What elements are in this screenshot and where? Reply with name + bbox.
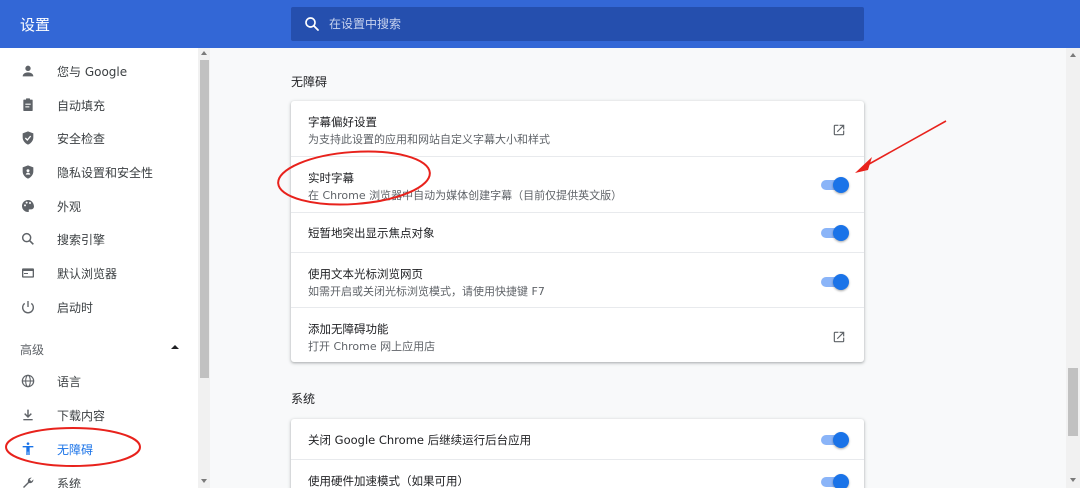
person-icon <box>22 65 34 77</box>
row-title: 短暂地突出显示焦点对象 <box>308 226 435 240</box>
accessibility-section-title: 无障碍 <box>291 75 328 89</box>
row-subtitle: 在 Chrome 浏览器中自动为媒体创建字幕（目前仅提供英文版） <box>308 189 623 202</box>
sidebar-item-default-browser[interactable]: 默认浏览器 <box>0 256 198 290</box>
advanced-section-label[interactable]: 高级 <box>20 341 44 358</box>
main-scroll-down-arrow[interactable] <box>1070 478 1076 482</box>
background-apps-row[interactable]: 关闭 Google Chrome 后继续运行后台应用 <box>291 419 864 459</box>
sidebar-item-label: 自动填充 <box>57 98 106 113</box>
row-title: 关闭 Google Chrome 后继续运行后台应用 <box>308 433 532 447</box>
download-icon <box>23 409 33 421</box>
sidebar-item-privacy[interactable]: 隐私设置和安全性 <box>0 155 198 189</box>
search-icon <box>21 232 34 245</box>
caret-browsing-row[interactable]: 使用文本光标浏览网页 如需开启或关闭光标浏览模式，请使用快捷键 F7 <box>291 252 864 307</box>
row-title: 添加无障碍功能 <box>308 322 389 336</box>
sidebar-item-label: 下载内容 <box>57 408 106 423</box>
search-box[interactable] <box>291 7 864 41</box>
search-input[interactable] <box>329 7 829 41</box>
sidebar-item-label: 安全检查 <box>57 131 106 146</box>
shield-check-icon <box>22 131 34 145</box>
main-scroll-up-arrow[interactable] <box>1070 53 1076 57</box>
globe-icon <box>21 374 35 388</box>
live-caption-toggle[interactable] <box>821 177 849 193</box>
sidebar-scroll-down-arrow[interactable] <box>201 479 207 483</box>
sidebar-scroll-up-arrow[interactable] <box>201 51 207 55</box>
sidebar-item-downloads[interactable]: 下载内容 <box>0 398 198 432</box>
sidebar-item-system[interactable]: 系统 <box>0 466 198 488</box>
power-icon <box>22 301 34 314</box>
live-caption-row[interactable]: 实时字幕 在 Chrome 浏览器中自动为媒体创建字幕（目前仅提供英文版） <box>291 156 864 212</box>
search-icon <box>305 17 319 31</box>
caret-browsing-toggle[interactable] <box>821 274 849 290</box>
sidebar-item-accessibility[interactable]: 无障碍 <box>0 432 198 466</box>
sidebar-item-autofill[interactable]: 自动填充 <box>0 88 198 122</box>
sidebar-scrollbar-thumb[interactable] <box>200 60 209 378</box>
system-section-title: 系统 <box>291 392 316 406</box>
sidebar-item-appearance[interactable]: 外观 <box>0 189 198 223</box>
sidebar-item-label: 搜索引擎 <box>57 232 106 247</box>
system-card: 关闭 Google Chrome 后继续运行后台应用 使用硬件加速模式（如果可用… <box>291 419 864 488</box>
hardware-acceleration-row[interactable]: 使用硬件加速模式（如果可用） <box>291 459 864 488</box>
sidebar-item-label: 默认浏览器 <box>57 266 118 281</box>
shield-icon <box>22 165 34 179</box>
focus-highlight-toggle[interactable] <box>821 225 849 241</box>
sidebar-item-label: 系统 <box>57 476 82 488</box>
main-scrollbar-thumb[interactable] <box>1068 368 1078 436</box>
app-header: 设置 <box>0 0 1080 48</box>
sidebar-item-label: 启动时 <box>57 300 94 315</box>
sidebar-item-you-and-google[interactable]: 您与 Google <box>0 54 198 88</box>
row-subtitle: 打开 Chrome 网上应用店 <box>308 340 436 353</box>
palette-icon <box>22 200 34 212</box>
row-title: 使用硬件加速模式（如果可用） <box>308 474 469 488</box>
toggle-annotation-arrow <box>861 120 947 169</box>
external-link-icon[interactable] <box>832 123 846 137</box>
sidebar-item-label: 无障碍 <box>57 442 94 457</box>
background-apps-toggle[interactable] <box>821 432 849 448</box>
hardware-acceleration-toggle[interactable] <box>821 474 849 488</box>
browser-icon <box>22 268 34 278</box>
row-subtitle: 为支持此设置的应用和网站自定义字幕大小和样式 <box>308 133 550 146</box>
row-subtitle: 如需开启或关闭光标浏览模式，请使用快捷键 F7 <box>308 285 545 298</box>
sidebar-item-safety-check[interactable]: 安全检查 <box>0 121 198 155</box>
sidebar-item-languages[interactable]: 语言 <box>0 364 198 398</box>
sidebar-item-search-engine[interactable]: 搜索引擎 <box>0 222 198 256</box>
external-link-icon[interactable] <box>832 330 846 344</box>
add-accessibility-features-row[interactable]: 添加无障碍功能 打开 Chrome 网上应用店 <box>291 307 864 362</box>
sidebar-item-on-startup[interactable]: 启动时 <box>0 290 198 324</box>
focus-highlight-row[interactable]: 短暂地突出显示焦点对象 <box>291 212 864 252</box>
sidebar-item-label: 外观 <box>57 199 82 214</box>
row-title: 使用文本光标浏览网页 <box>308 267 423 281</box>
accessibility-card: 字幕偏好设置 为支持此设置的应用和网站自定义字幕大小和样式 实时字幕 在 Chr… <box>291 101 864 362</box>
sidebar: 您与 Google 自动填充 安全检查 隐私设置和安全性 外观 搜索引擎 默认浏… <box>0 48 198 488</box>
row-title: 字幕偏好设置 <box>308 115 377 129</box>
caption-preferences-row[interactable]: 字幕偏好设置 为支持此设置的应用和网站自定义字幕大小和样式 <box>291 101 864 156</box>
sidebar-item-label: 隐私设置和安全性 <box>57 165 154 180</box>
row-title: 实时字幕 <box>308 171 354 185</box>
sidebar-item-label: 语言 <box>57 374 82 389</box>
clipboard-icon <box>23 98 33 111</box>
page-title: 设置 <box>20 16 51 34</box>
chevron-up-icon[interactable] <box>170 343 180 351</box>
sidebar-item-label: 您与 Google <box>57 64 128 79</box>
wrench-icon <box>23 477 34 488</box>
accessibility-icon <box>22 442 34 455</box>
